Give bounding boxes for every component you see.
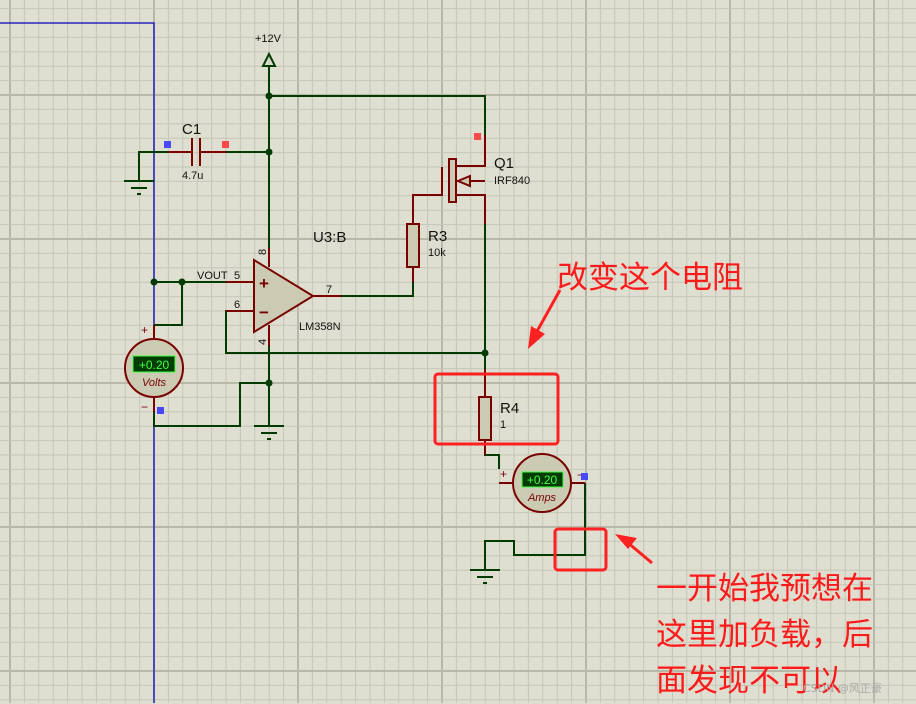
plus-input-sign: + xyxy=(259,274,269,293)
pin-5-label: 5 xyxy=(234,270,240,282)
power-terminal-12v[interactable]: +12V xyxy=(255,33,282,67)
ammeter[interactable]: +0.20 Amps + − xyxy=(499,453,588,513)
voltmeter-minus: − xyxy=(141,400,148,414)
highlight-box-r4 xyxy=(433,372,560,446)
watermark: CSDN @风正豪 xyxy=(803,682,882,695)
c1-ref: C1 xyxy=(182,121,201,138)
net-label-vout: VOUT xyxy=(197,270,228,282)
pin-4-label: 4 xyxy=(257,339,269,345)
u3-ref: U3:B xyxy=(313,229,346,246)
voltmeter-unit: Volts xyxy=(142,377,167,389)
r3-ref: R3 xyxy=(428,228,447,245)
resistor-r4[interactable]: R4 1 xyxy=(478,369,519,455)
r4-value: 1 xyxy=(500,419,506,431)
r3-value: 10k xyxy=(428,247,446,259)
u3-value: LM358N xyxy=(299,321,341,333)
pin-marker-positive xyxy=(474,133,481,140)
junction-dot xyxy=(481,349,489,357)
opamp-u3b[interactable]: + − VOUT 5 6 7 8 4 U3:B LM358N xyxy=(197,229,346,346)
pin-marker-negative xyxy=(581,473,588,480)
junction-dot xyxy=(178,278,186,286)
pin-8-label: 8 xyxy=(257,249,269,255)
ground-symbol-c1[interactable] xyxy=(124,180,154,195)
voltmeter-plus: + xyxy=(141,323,148,337)
capacitor-c1[interactable]: C1 4.7u xyxy=(164,121,229,182)
pin-marker-positive xyxy=(222,141,229,148)
annotation-line: 这里加负载，后 xyxy=(656,617,873,653)
junction-dot xyxy=(265,92,273,100)
ammeter-unit: Amps xyxy=(527,492,557,504)
q1-value: IRF840 xyxy=(494,175,530,187)
highlight-box-load xyxy=(553,527,608,572)
wire xyxy=(269,95,486,135)
r4-ref: R4 xyxy=(500,400,519,417)
wire xyxy=(341,282,414,297)
annotation-change-resistor: 改变这个电阻 xyxy=(557,260,743,296)
pin-7-label: 7 xyxy=(326,284,332,296)
ammeter-plus: + xyxy=(500,467,507,481)
junction-dot xyxy=(265,148,273,156)
minus-input-sign: − xyxy=(259,303,269,322)
pin-marker-negative xyxy=(164,141,171,148)
power-label: +12V xyxy=(255,33,282,45)
arrow-icon-to-load xyxy=(615,534,653,565)
annotation-line: 一开始我预想在 xyxy=(656,571,873,607)
pin-6-label: 6 xyxy=(234,299,240,311)
voltmeter-reading: +0.20 xyxy=(139,358,170,372)
voltmeter[interactable]: +0.20 Volts + − xyxy=(124,323,184,414)
junction-dot xyxy=(150,278,158,286)
pin-marker-negative xyxy=(157,407,164,414)
q1-ref: Q1 xyxy=(494,155,514,172)
c1-value: 4.7u xyxy=(182,170,203,182)
ammeter-reading: +0.20 xyxy=(527,473,558,487)
junction-dot xyxy=(265,379,273,387)
